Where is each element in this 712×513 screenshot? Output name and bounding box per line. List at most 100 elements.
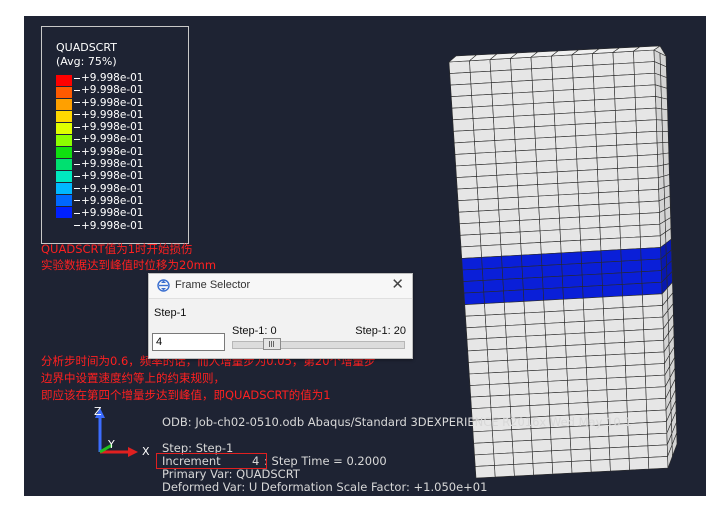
mesh-element <box>512 91 534 106</box>
mesh-element <box>542 275 564 290</box>
mesh-element <box>496 173 518 188</box>
mesh-element <box>596 144 618 159</box>
mesh-element <box>605 353 626 367</box>
frame-number-input[interactable] <box>152 333 225 351</box>
mesh-element <box>493 127 516 141</box>
frame-slider-thumb[interactable] <box>263 338 281 350</box>
mesh-element <box>543 298 565 313</box>
mesh-element <box>465 314 487 329</box>
mesh-element <box>537 183 559 197</box>
mesh-element <box>608 434 629 449</box>
mesh-element <box>497 196 520 211</box>
mesh-element <box>640 258 662 273</box>
mesh-element <box>468 372 490 386</box>
mesh-element <box>592 63 615 78</box>
mesh-element <box>477 186 499 200</box>
mesh-element <box>647 432 668 447</box>
mesh-element <box>479 221 501 235</box>
mesh-element <box>570 448 591 462</box>
mesh-element <box>657 153 664 167</box>
mesh-element <box>544 310 565 324</box>
mesh-element <box>642 316 664 331</box>
mesh-element <box>458 210 480 225</box>
mesh-element <box>661 97 668 111</box>
mesh-element <box>521 265 543 279</box>
mesh-element <box>551 66 574 80</box>
mesh-element <box>614 85 636 100</box>
mesh-element <box>621 282 643 297</box>
frame-selector-dialog[interactable]: Frame Selector ✕ Step-1 Step-1: 0 Step-1… <box>148 273 413 359</box>
mesh-element <box>474 465 496 479</box>
mesh-element <box>642 293 663 307</box>
close-icon[interactable]: ✕ <box>391 277 404 293</box>
mesh-element <box>586 377 608 392</box>
mesh-element <box>589 435 610 450</box>
mesh-element <box>534 136 557 151</box>
mesh-element <box>580 250 602 264</box>
mesh-element <box>512 451 534 465</box>
mesh-element <box>654 84 662 99</box>
mesh-element <box>563 309 585 323</box>
mesh-element <box>663 163 670 177</box>
mesh-element <box>507 358 529 373</box>
mesh-element <box>551 449 572 463</box>
mesh-element <box>648 456 669 470</box>
mesh-element <box>626 387 647 401</box>
mesh-element <box>609 446 630 460</box>
mesh-element <box>614 97 636 111</box>
mesh-element <box>557 181 579 196</box>
mesh-element <box>502 277 524 292</box>
mesh-element <box>654 72 662 87</box>
frame-slider-track[interactable] <box>232 341 405 349</box>
mesh-element <box>472 430 494 444</box>
mesh-element <box>519 230 542 244</box>
mesh-element <box>524 311 546 325</box>
mesh-element <box>580 238 602 253</box>
mesh-element <box>617 166 639 181</box>
mesh-element <box>603 307 624 321</box>
mesh-element <box>474 151 497 166</box>
mesh-element <box>518 207 540 221</box>
mesh-element <box>585 343 606 357</box>
model-viewport[interactable]: QUADSCRT (Avg: 75%) +9.998e-01 +9.998e-01… <box>24 16 706 496</box>
mesh-element <box>487 348 508 362</box>
mesh-element <box>555 135 577 149</box>
mesh-element <box>462 268 484 282</box>
mesh-element <box>461 257 483 271</box>
mesh-element <box>457 199 480 213</box>
mesh-element <box>547 368 568 382</box>
mesh-element <box>545 333 567 347</box>
mesh-element <box>505 335 527 350</box>
mesh-element <box>644 363 666 377</box>
mesh-element <box>583 308 605 322</box>
mesh-element <box>567 378 588 393</box>
mesh-element <box>597 168 619 182</box>
mesh-element <box>547 380 569 394</box>
mesh-element <box>577 180 599 195</box>
mesh-element <box>552 89 575 103</box>
dialog-titlebar[interactable]: Frame Selector ✕ <box>149 274 412 299</box>
mesh-element <box>573 88 595 102</box>
mesh-element <box>593 86 616 101</box>
mesh-element <box>656 142 664 155</box>
mesh-element <box>641 281 663 296</box>
mesh-element <box>533 113 556 127</box>
mesh-element <box>617 178 639 192</box>
mesh-element <box>655 96 663 110</box>
mesh-element <box>556 170 579 184</box>
mesh-element <box>606 376 627 391</box>
mesh-element <box>613 74 636 88</box>
dialog-title: Frame Selector <box>175 279 251 291</box>
mesh-element <box>577 169 599 183</box>
mesh-element <box>636 142 658 156</box>
mesh-element <box>556 158 578 173</box>
mesh-element <box>639 223 661 238</box>
mesh-element <box>509 393 531 407</box>
mesh-element <box>512 103 535 117</box>
mesh-element <box>531 438 552 453</box>
mesh-element <box>533 102 555 116</box>
mesh-element <box>453 129 475 144</box>
mesh-element <box>453 141 476 155</box>
mesh-element <box>578 204 600 218</box>
mesh-element <box>638 200 660 214</box>
